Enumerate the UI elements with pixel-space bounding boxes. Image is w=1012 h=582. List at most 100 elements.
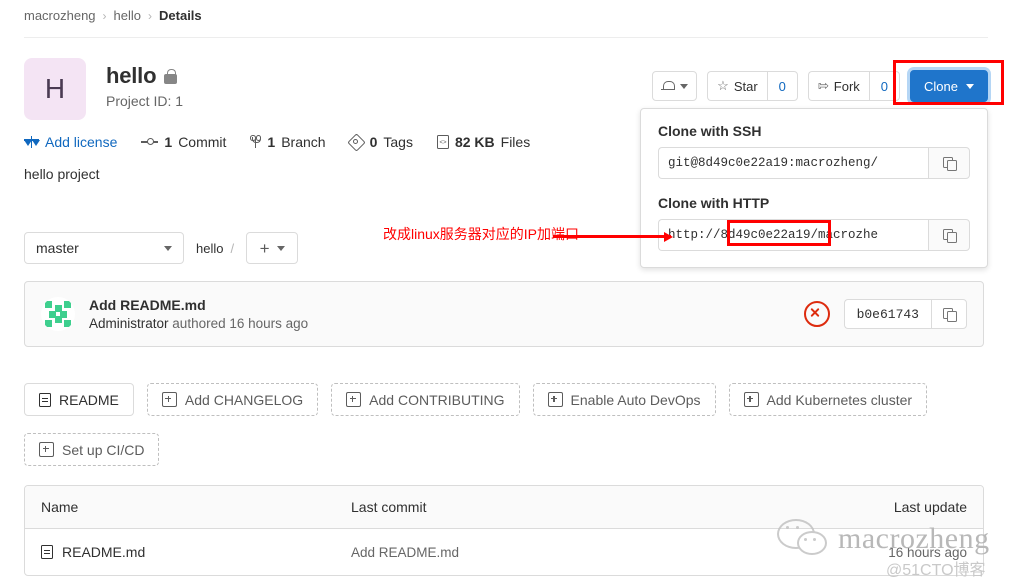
files-table: Name Last commit Last update README.md A… [24,485,984,576]
stat-value: 1 [267,134,276,150]
commit-time: authored 16 hours ago [172,316,309,331]
file-last-update: 16 hours ago [888,544,967,560]
files-table-header: Name Last commit Last update [25,486,983,529]
page-title: hello [106,63,157,88]
path-separator: / [230,240,235,256]
gitlab-project-details-page: macrozheng › hello › Details H hello Pro… [0,0,1012,582]
stat-label: Branch [281,134,326,150]
branch-select-value: master [36,240,79,256]
clone-http-label: Clone with HTTP [658,195,770,211]
fork-button[interactable]: ⇰ Fork [807,71,869,101]
project-meta: hello Project ID: 1 [106,58,183,109]
stat-label: Tags [383,134,413,150]
quick-actions-row-2: Set up CI/CD [24,433,160,466]
lock-icon [164,68,178,84]
commit-author-meta: Administrator authored 16 hours ago [89,316,804,331]
quick-action-add-contributing[interactable]: Add CONTRIBUTING [331,383,520,416]
stat-add-license[interactable]: Add license [23,134,117,150]
scale-icon [23,135,40,149]
bell-icon [661,80,675,93]
stat-commits[interactable]: 1 Commit [141,134,226,150]
project-title-row: hello [106,63,183,89]
stat-branches[interactable]: 1 Branch [250,134,326,150]
star-button[interactable]: ☆ Star [707,71,767,101]
chevron-down-icon [680,83,689,89]
project-stats: Add license 1 Commit 1 Branch 0 Tags <> … [23,133,531,152]
plus-square-icon [547,392,563,407]
quick-action-set-up-ci-cd[interactable]: Set up CI/CD [24,433,160,466]
annotation-text: 改成linux服务器对应的IP加端口 [383,226,580,242]
branch-bar: master hello / + [24,232,299,264]
identicon-avatar [41,297,75,331]
commit-icon [141,137,159,147]
breadcrumb-separator-icon: › [148,8,153,23]
stat-label: Files [500,134,531,150]
quick-action-label: Add Kubernetes cluster [766,391,913,408]
branch-select[interactable]: master [24,232,184,264]
quick-action-label: Enable Auto DevOps [570,391,701,408]
column-header-last-update: Last update [893,499,967,515]
quick-action-label: Add CHANGELOG [184,391,304,408]
breadcrumb-separator-icon: › [102,8,107,23]
commit-message[interactable]: Add README.md [89,297,804,313]
add-to-repo-button[interactable]: + [246,232,299,264]
copy-sha-button[interactable] [931,299,967,329]
http-url-prefix: http:// [668,228,721,242]
quick-actions-row-1: README Add CHANGELOG Add CONTRIBUTING En… [24,383,928,416]
path-root[interactable]: hello [196,241,223,256]
star-count[interactable]: 0 [766,71,798,101]
breadcrumb-divider [24,37,988,38]
star-label: Star [733,78,758,94]
table-row[interactable]: README.md Add README.md 16 hours ago [25,529,983,575]
clone-ssh-label: Clone with SSH [658,123,762,139]
copy-icon [942,307,957,322]
copy-icon [942,228,957,243]
stat-value: 1 [164,134,173,150]
quick-action-enable-auto-devops[interactable]: Enable Auto DevOps [532,383,716,416]
copy-ssh-url-button[interactable] [928,147,970,179]
project-avatar: H [24,58,86,120]
file-last-commit[interactable]: Add README.md [351,545,847,560]
notification-dropdown-button[interactable] [652,71,698,101]
last-commit-card: Add README.md Administrator authored 16 … [24,281,984,347]
column-header-last-commit: Last commit [351,499,427,515]
pipeline-failed-icon[interactable] [803,301,830,327]
breadcrumb-owner[interactable]: macrozheng [24,8,96,23]
copy-http-url-button[interactable] [928,219,970,251]
project-header: H hello Project ID: 1 [24,58,183,120]
branch-icon [250,135,262,149]
project-description: hello project [24,166,100,182]
stat-files-size[interactable]: <> 82 KB Files [436,134,531,150]
project-id-label: Project ID: 1 [106,93,184,109]
quick-action-readme[interactable]: README [24,383,134,416]
breadcrumb-current: Details [159,8,202,23]
quick-action-label: README [59,391,119,408]
breadcrumb-project[interactable]: hello [114,8,141,23]
clone-ssh-input[interactable]: git@8d49c0e22a19:macrozheng/ [658,147,928,179]
breadcrumb: macrozheng › hello › Details [24,8,202,23]
tag-icon [346,133,366,152]
commit-author[interactable]: Administrator [89,316,169,331]
stat-value: 0 [369,134,378,150]
file-text-icon [41,545,53,559]
last-commit-text: Add README.md Administrator authored 16 … [89,297,804,331]
plus-square-icon [743,392,759,407]
fork-label: Fork [833,78,860,94]
plus-icon: + [259,238,270,258]
quick-action-label: Set up CI/CD [62,441,145,458]
document-icon [39,392,51,407]
quick-action-add-changelog[interactable]: Add CHANGELOG [146,383,319,416]
quick-action-add-kubernetes-cluster[interactable]: Add Kubernetes cluster [728,383,928,416]
commit-sha-group: b0e61743 [843,299,967,329]
commit-sha[interactable]: b0e61743 [843,299,931,329]
annotation-box-http-host [727,220,831,246]
file-icon: <> [436,135,449,149]
chevron-down-icon [276,245,285,251]
quick-action-label: Add CONTRIBUTING [369,391,505,408]
arrow-right-icon [553,231,673,242]
stat-tags[interactable]: 0 Tags [346,133,413,152]
file-name[interactable]: README.md [62,544,145,560]
stat-value: 82 KB [454,134,495,150]
copy-icon [942,156,957,171]
plus-square-icon [39,442,54,457]
